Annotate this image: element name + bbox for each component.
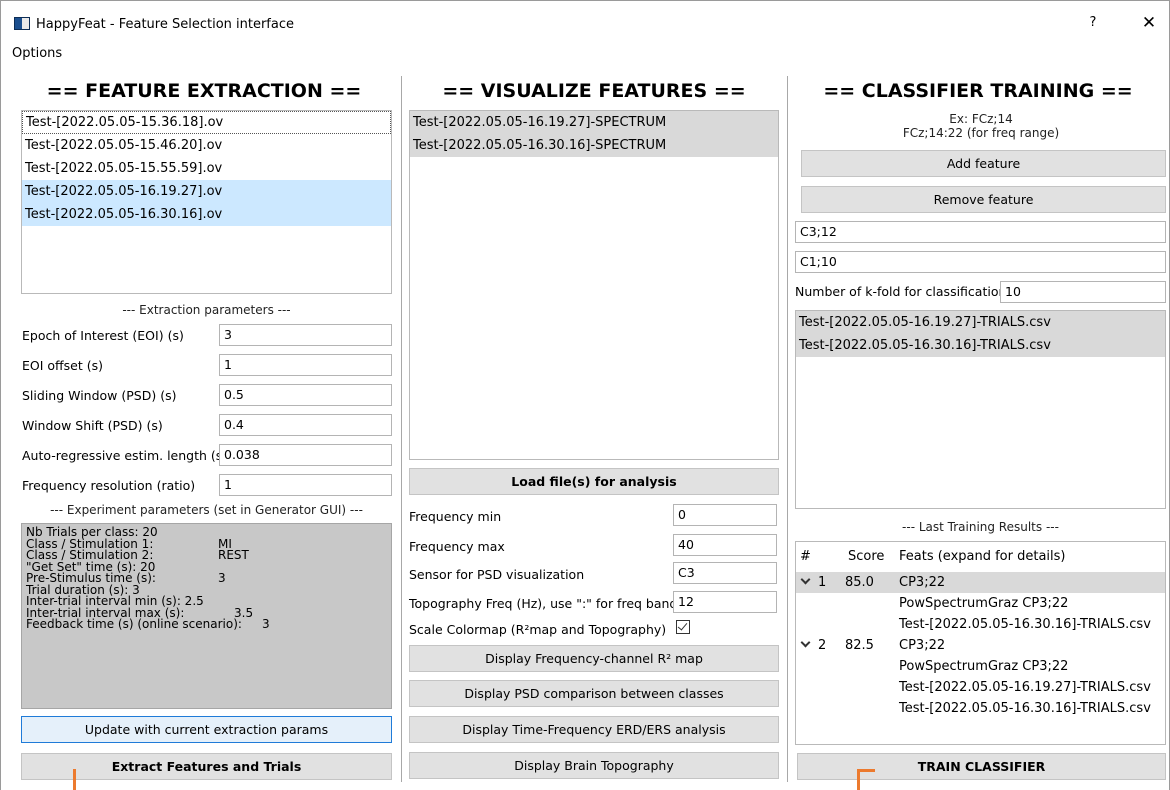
- param-label: Frequency resolution (ratio): [22, 478, 196, 493]
- training-heading: == CLASSIFIER TRAINING ==: [823, 80, 1133, 102]
- list-item[interactable]: Test-[2022.05.05-15.55.59].ov: [22, 157, 391, 180]
- kfold-input[interactable]: 10: [1000, 281, 1166, 303]
- chevron-down-icon[interactable]: [800, 574, 811, 585]
- display-button[interactable]: Display Time-Frequency ERD/ERS analysis: [409, 716, 779, 743]
- param-label: Window Shift (PSD) (s): [22, 418, 163, 433]
- param-input[interactable]: 0: [673, 504, 777, 526]
- display-button[interactable]: Display Brain Topography: [409, 752, 779, 779]
- scale-colormap-checkbox[interactable]: [676, 620, 690, 634]
- extraction-file-list[interactable]: Test-[2022.05.05-15.36.18].ov Test-[2022.…: [21, 110, 392, 294]
- list-item[interactable]: Test-[2022.05.05-16.30.16]-SPECTRUM: [410, 134, 778, 157]
- info-value: REST: [218, 548, 249, 562]
- menu-options[interactable]: Options: [12, 46, 62, 61]
- list-item[interactable]: Test-[2022.05.05-15.46.20].ov: [22, 134, 391, 157]
- result-num: 2: [818, 638, 827, 653]
- result-feat: CP3;22: [899, 638, 946, 653]
- results-label: --- Last Training Results ---: [902, 520, 1059, 534]
- experiment-params-label: --- Experiment parameters (set in Genera…: [50, 503, 363, 517]
- result-score: 82.5: [845, 638, 874, 653]
- param-label: EOI offset (s): [22, 358, 103, 373]
- list-item[interactable]: Test-[2022.05.05-16.19.27]-SPECTRUM: [410, 111, 778, 134]
- chevron-down-icon[interactable]: [800, 637, 811, 648]
- param-input[interactable]: 0.038: [219, 444, 392, 466]
- close-icon[interactable]: ✕: [1140, 13, 1158, 33]
- annotation-marker: [857, 769, 875, 772]
- display-button[interactable]: Display PSD comparison between classes: [409, 680, 779, 707]
- column-divider: [787, 76, 788, 782]
- info-line: Feedback time (s) (online scenario): 3: [26, 617, 391, 631]
- result-detail: PowSpectrumGraz CP3;22: [899, 596, 1069, 611]
- scale-colormap-label: Scale Colormap (R²map and Topography): [409, 622, 667, 637]
- experiment-params-box: Nb Trials per class: 20 Class / Stimulati…: [21, 523, 392, 709]
- update-params-button[interactable]: Update with current extraction params: [21, 716, 392, 743]
- param-label: Epoch of Interest (EOI) (s): [22, 328, 184, 343]
- param-input[interactable]: C3: [673, 562, 777, 584]
- param-label: Sensor for PSD visualization: [409, 567, 585, 582]
- results-header-score: Score: [848, 549, 885, 564]
- feature-hint-line2: FCz;14:22 (for freq range): [902, 126, 1060, 140]
- param-label: Frequency max: [409, 539, 505, 554]
- param-label: Frequency min: [409, 509, 502, 524]
- param-input[interactable]: 3: [219, 324, 392, 346]
- trials-file-list[interactable]: Test-[2022.05.05-16.19.27]-TRIALS.csv Tes…: [795, 310, 1166, 509]
- annotation-marker: [73, 769, 76, 790]
- column-divider: [401, 76, 402, 782]
- train-classifier-button[interactable]: TRAIN CLASSIFIER: [797, 753, 1166, 780]
- add-feature-button[interactable]: Add feature: [801, 150, 1166, 177]
- load-files-button[interactable]: Load file(s) for analysis: [409, 468, 779, 495]
- list-item[interactable]: Test-[2022.05.05-16.30.16].ov: [22, 203, 391, 226]
- display-button[interactable]: Display Frequency-channel R² map: [409, 645, 779, 672]
- list-item[interactable]: Test-[2022.05.05-16.19.27].ov: [22, 180, 391, 203]
- results-tree[interactable]: # Score Feats (expand for details) 1 85.0…: [795, 541, 1166, 745]
- title-bar: HappyFeat - Feature Selection interface …: [0, 0, 1170, 44]
- info-value: 3: [218, 571, 226, 585]
- extraction-params-label: --- Extraction parameters ---: [122, 303, 291, 317]
- kfold-label: Number of k-fold for classification: [795, 284, 1007, 299]
- visualize-heading: == VISUALIZE FEATURES ==: [442, 80, 746, 102]
- list-item[interactable]: Test-[2022.05.05-15.36.18].ov: [22, 111, 391, 134]
- list-item[interactable]: Test-[2022.05.05-16.19.27]-TRIALS.csv: [796, 311, 1165, 334]
- extraction-heading: == FEATURE EXTRACTION ==: [46, 80, 362, 102]
- extract-features-button[interactable]: Extract Features and Trials: [21, 753, 392, 780]
- info-label: Feedback time (s) (online scenario):: [26, 617, 242, 631]
- result-detail: Test-[2022.05.05-16.19.27]-TRIALS.csv: [899, 680, 1151, 695]
- feature-hint-line1: Ex: FCz;14: [949, 112, 1013, 126]
- feature-input-1[interactable]: C3;12: [795, 221, 1166, 243]
- spectrum-file-list[interactable]: Test-[2022.05.05-16.19.27]-SPECTRUM Test-…: [409, 110, 779, 460]
- param-input[interactable]: 1: [219, 354, 392, 376]
- result-score: 85.0: [845, 575, 874, 590]
- param-input[interactable]: 0.5: [219, 384, 392, 406]
- param-label: Auto-regressive estim. length (s): [22, 448, 228, 463]
- annotation-marker: [857, 769, 860, 790]
- result-detail: PowSpectrumGraz CP3;22: [899, 659, 1069, 674]
- info-value: 3: [262, 617, 270, 631]
- result-detail: Test-[2022.05.05-16.30.16]-TRIALS.csv: [899, 701, 1151, 716]
- app-icon: [14, 17, 30, 30]
- help-button[interactable]: ?: [1085, 15, 1101, 30]
- param-input[interactable]: 0.4: [219, 414, 392, 436]
- result-detail: Test-[2022.05.05-16.30.16]-TRIALS.csv: [899, 617, 1151, 632]
- results-header-feats[interactable]: Feats (expand for details): [899, 549, 1066, 564]
- result-num: 1: [818, 575, 827, 590]
- param-input[interactable]: 40: [673, 534, 777, 556]
- results-header-num: #: [800, 549, 811, 564]
- param-input[interactable]: 12: [673, 591, 777, 613]
- table-row[interactable]: 2 82.5 CP3;22: [796, 635, 1165, 656]
- check-icon: [677, 620, 688, 631]
- list-item[interactable]: Test-[2022.05.05-16.30.16]-TRIALS.csv: [796, 334, 1165, 357]
- feature-input-2[interactable]: C1;10: [795, 251, 1166, 273]
- window-title: HappyFeat - Feature Selection interface: [36, 17, 295, 32]
- table-row[interactable]: 1 85.0 CP3;22: [796, 572, 1165, 593]
- remove-feature-button[interactable]: Remove feature: [801, 186, 1166, 213]
- param-label: Topography Freq (Hz), use ":" for freq b…: [409, 596, 678, 611]
- menu-bar: Options: [0, 44, 1170, 66]
- param-input[interactable]: 1: [219, 474, 392, 496]
- result-feat: CP3;22: [899, 575, 946, 590]
- param-label: Sliding Window (PSD) (s): [22, 388, 177, 403]
